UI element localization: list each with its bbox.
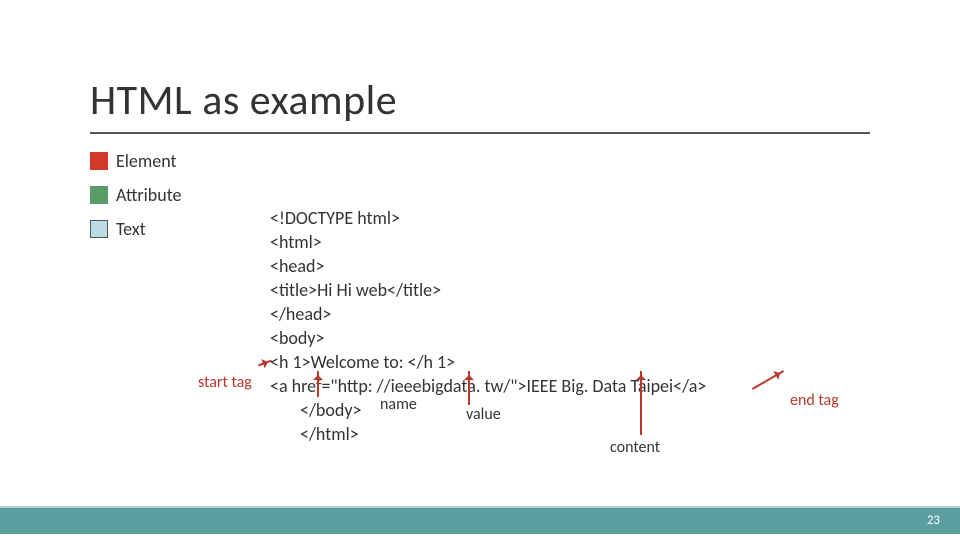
swatch-green-icon (90, 186, 108, 204)
arrow-content-icon (640, 371, 642, 435)
code-block: <!DOCTYPE html> <html> <head> <title>Hi … (270, 182, 706, 398)
annotation-name: name (380, 395, 417, 414)
slide-title: HTML as example (90, 75, 397, 126)
swatch-blue-icon (90, 220, 108, 238)
annotation-value: value (466, 405, 501, 424)
legend-element-label: Element (116, 150, 177, 172)
code-line-7: <h 1>Welcome to: </h 1> (270, 351, 455, 373)
code-block-indent: </body> </html> (300, 374, 361, 446)
code-line-6: <body> (270, 327, 324, 349)
swatch-red-icon (90, 152, 108, 170)
legend: Element Attribute Text (90, 150, 182, 252)
code-line-2: <html> (270, 231, 322, 253)
legend-attribute-label: Attribute (116, 184, 182, 206)
code-line-9: </body> (300, 399, 361, 421)
code-line-10: </html> (300, 423, 359, 445)
annotation-end-tag: end tag (790, 391, 839, 410)
annotation-start-tag: start tag (198, 373, 252, 392)
arrow-end-tag-icon (752, 370, 784, 390)
legend-text-label: Text (116, 218, 146, 240)
code-line-1: <!DOCTYPE html> (270, 207, 400, 229)
arrow-name-icon (317, 371, 319, 397)
footer-bar (0, 506, 960, 534)
legend-attribute: Attribute (90, 184, 182, 206)
legend-text: Text (90, 218, 182, 240)
code-line-4: <title>Hi Hi web</title> (270, 279, 441, 301)
code-line-5: </head> (270, 303, 331, 325)
arrow-value-icon (468, 371, 470, 405)
page-number: 23 (927, 513, 940, 528)
annotation-content: content (610, 438, 660, 457)
arrow-start-tag-icon (258, 360, 272, 367)
legend-element: Element (90, 150, 182, 172)
title-underline (90, 132, 870, 134)
code-line-3: <head> (270, 255, 324, 277)
